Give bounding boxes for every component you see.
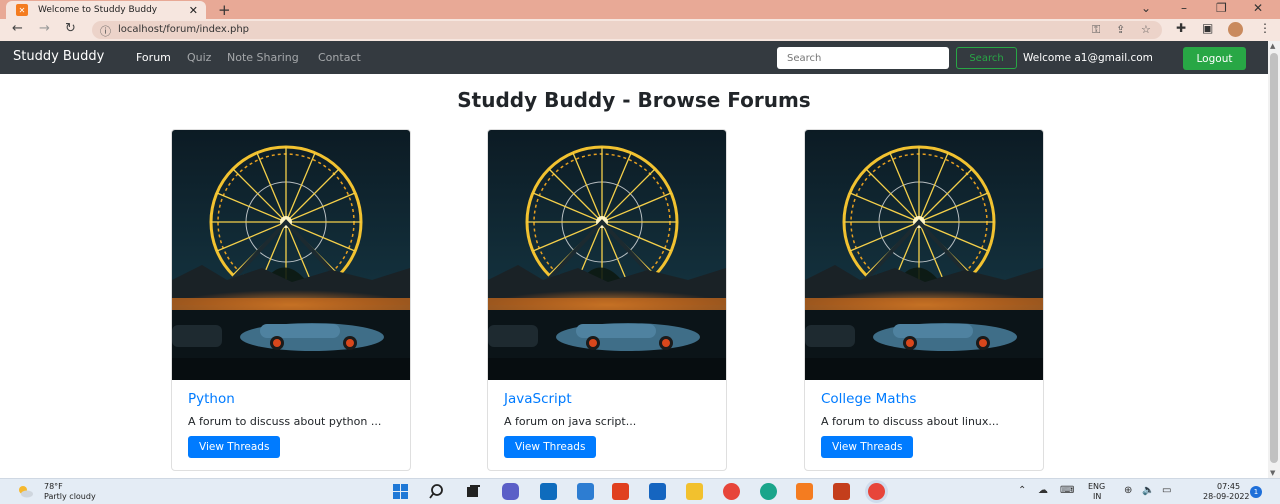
minimize-icon[interactable]: –: [1181, 1, 1187, 15]
onedrive-icon[interactable]: ☁: [1038, 485, 1048, 496]
reload-icon[interactable]: ↻: [65, 21, 76, 36]
volume-icon[interactable]: 🔈: [1142, 485, 1154, 496]
page-title: Studdy Buddy - Browse Forums: [457, 88, 811, 112]
card-title-link[interactable]: College Maths: [821, 391, 1027, 407]
xampp-favicon-icon: ✕: [16, 4, 28, 16]
site-navbar: Studdy Buddy Forum Quiz Note Sharing Con…: [0, 41, 1268, 74]
omnibox[interactable]: ⓘ localhost/forum/index.php ⚿ ⇪ ☆: [92, 21, 1162, 39]
tab-title: Welcome to Studdy Buddy: [38, 5, 158, 15]
extensions-icon[interactable]: ✚: [1176, 21, 1186, 35]
tray-overflow-icon[interactable]: ⌃: [1018, 485, 1026, 496]
partly-cloudy-icon[interactable]: [17, 484, 33, 498]
start-menu-icon[interactable]: [392, 483, 409, 500]
card-description: A forum to discuss about python ...: [188, 415, 382, 428]
sidepanel-icon[interactable]: ▣: [1202, 21, 1213, 35]
chrome-active-icon[interactable]: [868, 483, 885, 500]
card-description: A forum to discuss about linux...: [821, 415, 999, 428]
teams-chat-icon[interactable]: [502, 483, 519, 500]
page-scrollbar[interactable]: ▲ ▼: [1268, 41, 1280, 478]
scroll-down-arrow-icon[interactable]: ▼: [1270, 469, 1275, 477]
search-taskbar-icon[interactable]: [429, 483, 446, 500]
view-threads-button[interactable]: View Threads: [188, 436, 281, 458]
nav-link-contact[interactable]: Contact: [318, 51, 361, 64]
clock-date[interactable]: 28-09-2022: [1203, 492, 1250, 501]
scroll-up-arrow-icon[interactable]: ▲: [1270, 42, 1275, 50]
card-title-link[interactable]: JavaScript: [504, 391, 710, 407]
search-button[interactable]: Search: [956, 47, 1017, 69]
forum-card-image: [172, 130, 410, 380]
battery-icon[interactable]: ▭: [1162, 485, 1171, 496]
nav-link-quiz[interactable]: Quiz: [187, 51, 211, 64]
browser-tab-strip: ✕ Welcome to Studdy Buddy ✕ + ⌄ – ❐ ✕: [0, 0, 1280, 19]
language-indicator[interactable]: ENG: [1088, 482, 1105, 491]
weather-description[interactable]: Partly cloudy: [44, 492, 96, 501]
scroll-thumb[interactable]: [1270, 53, 1278, 463]
keyboard-icon[interactable]: ⌨: [1060, 485, 1074, 496]
forum-card-javascript: JavaScript A forum on java script... Vie…: [487, 129, 727, 471]
brand-link[interactable]: Studdy Buddy: [13, 49, 104, 64]
notification-badge[interactable]: 1: [1250, 486, 1262, 498]
powerpoint-icon[interactable]: [833, 483, 850, 500]
site-info-icon[interactable]: ⓘ: [100, 23, 111, 39]
windows-taskbar: 78°F Partly cloudy ⌃ ☁ ⌨ ENG IN ⊕ 🔈 ▭ 07…: [0, 478, 1280, 504]
search-input[interactable]: [777, 47, 949, 69]
view-threads-button[interactable]: View Threads: [504, 436, 597, 458]
weather-temperature[interactable]: 78°F: [44, 482, 63, 491]
menu-dots-icon[interactable]: ⋮: [1259, 21, 1271, 35]
welcome-text: Welcome a1@gmail.com: [1023, 52, 1153, 64]
logout-button[interactable]: Logout: [1183, 47, 1246, 70]
close-tab-icon[interactable]: ✕: [189, 4, 198, 17]
clock-time[interactable]: 07:45: [1217, 482, 1240, 491]
restore-icon[interactable]: ❐: [1216, 1, 1227, 15]
view-threads-button[interactable]: View Threads: [821, 436, 914, 458]
nav-link-forum[interactable]: Forum: [136, 51, 171, 64]
file-explorer-icon[interactable]: [686, 483, 703, 500]
forum-card-image: [805, 130, 1043, 380]
url-text[interactable]: localhost/forum/index.php: [118, 24, 249, 35]
store-icon[interactable]: [649, 483, 666, 500]
card-body: Python A forum to discuss about python .…: [172, 380, 410, 470]
card-body: JavaScript A forum on java script... Vie…: [488, 380, 726, 470]
forum-card-python: Python A forum to discuss about python .…: [171, 129, 411, 471]
bookmark-star-icon[interactable]: ☆: [1141, 23, 1151, 36]
language-region[interactable]: IN: [1093, 492, 1101, 501]
nav-link-note-sharing[interactable]: Note Sharing: [227, 51, 299, 64]
forward-icon[interactable]: →: [39, 21, 50, 36]
tab-search-icon[interactable]: ⌄: [1141, 1, 1151, 15]
edge-icon[interactable]: [760, 483, 777, 500]
xampp-icon[interactable]: [796, 483, 813, 500]
forum-card-college-maths: College Maths A forum to discuss about l…: [804, 129, 1044, 471]
office-icon[interactable]: [612, 483, 629, 500]
address-bar-row: ← → ↻ ⓘ localhost/forum/index.php ⚿ ⇪ ☆ …: [0, 19, 1280, 41]
share-icon[interactable]: ⇪: [1116, 23, 1125, 36]
browser-tab[interactable]: ✕ Welcome to Studdy Buddy ✕: [6, 1, 206, 19]
back-icon[interactable]: ←: [12, 21, 23, 36]
card-title-link[interactable]: Python: [188, 391, 394, 407]
close-window-icon[interactable]: ✕: [1253, 1, 1263, 15]
photos-icon[interactable]: [577, 483, 594, 500]
network-icon[interactable]: ⊕: [1124, 485, 1132, 496]
forum-card-image: [488, 130, 726, 380]
task-view-icon[interactable]: [465, 483, 482, 500]
key-icon[interactable]: ⚿: [1092, 23, 1100, 37]
profile-avatar[interactable]: [1228, 22, 1243, 37]
mail-icon[interactable]: [540, 483, 557, 500]
card-description: A forum on java script...: [504, 415, 637, 428]
card-body: College Maths A forum to discuss about l…: [805, 380, 1043, 470]
new-tab-icon[interactable]: +: [218, 1, 231, 19]
chrome-icon[interactable]: [723, 483, 740, 500]
